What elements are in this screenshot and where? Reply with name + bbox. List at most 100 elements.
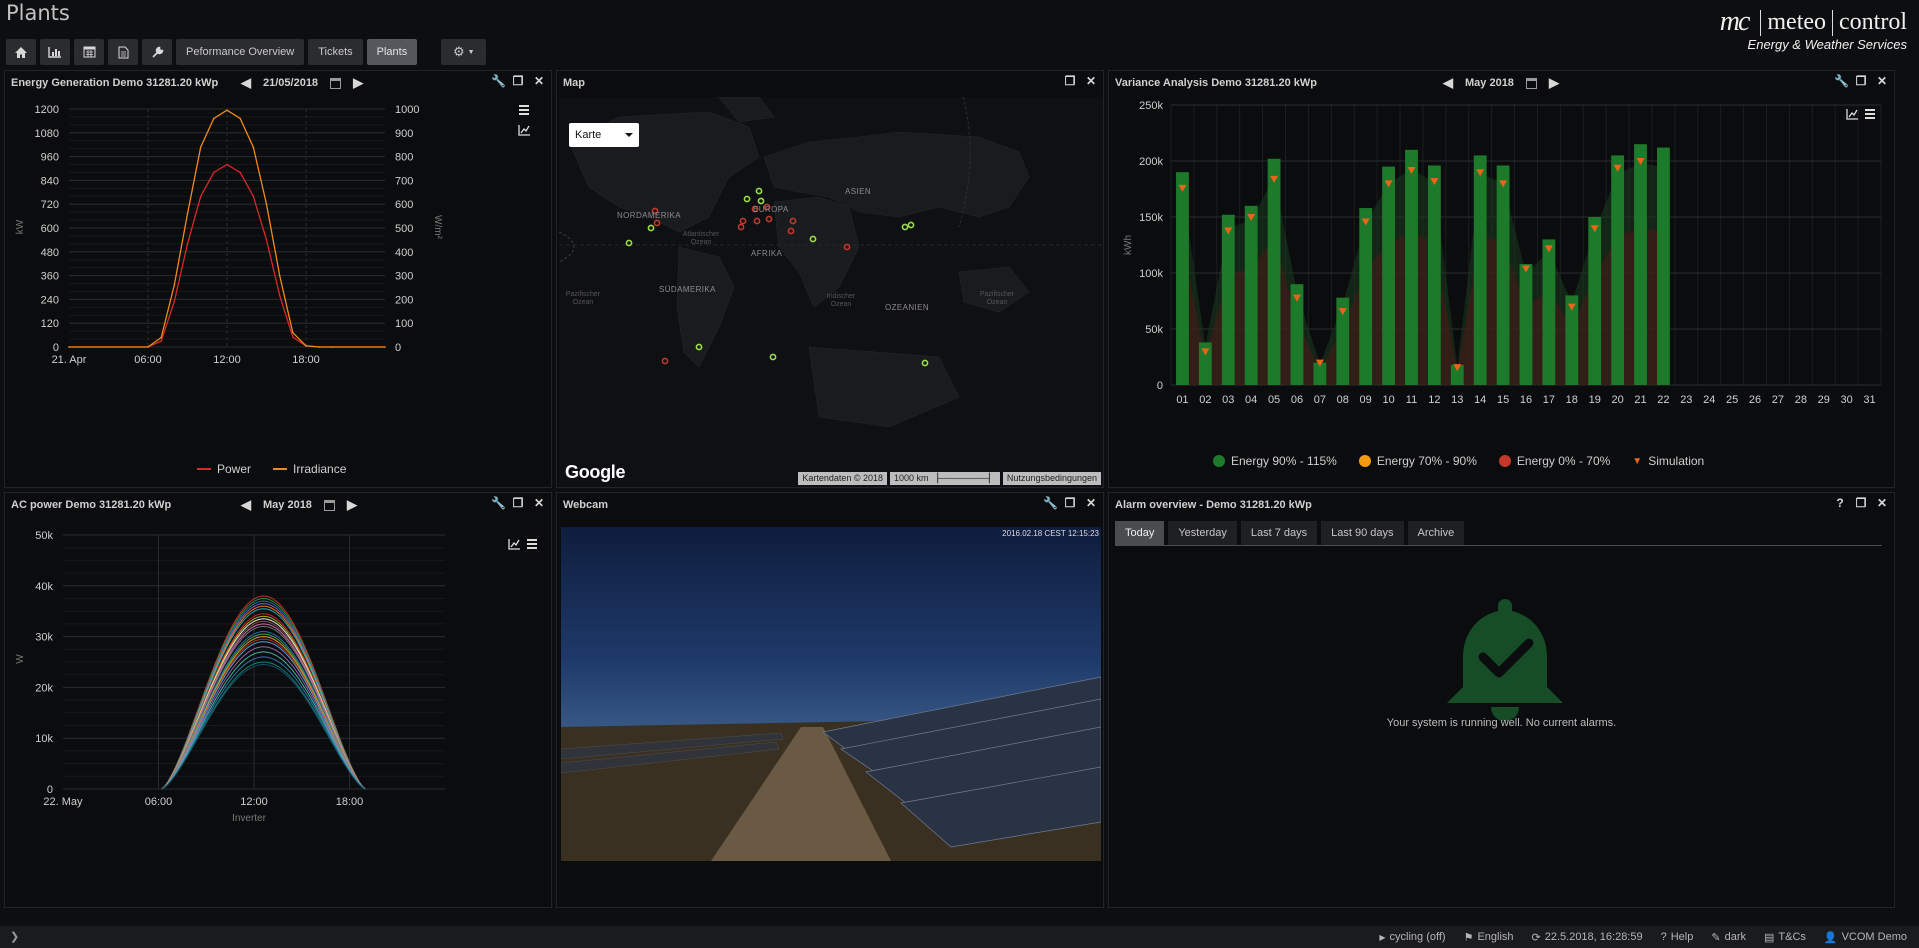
page-title: Plants (6, 1, 70, 25)
help-icon[interactable]: ? (1834, 497, 1846, 509)
wrench-icon[interactable]: 🔧 (491, 75, 506, 87)
expand-arrow-icon[interactable]: ❯ (10, 930, 19, 943)
refresh-timestamp[interactable]: ⟳ 22.5.2018, 16:28:59 (1532, 931, 1643, 944)
user-menu[interactable]: 👤 VCOM Demo (1824, 931, 1907, 944)
x-tick-label: 15 (1497, 394, 1509, 406)
calendar-icon[interactable] (1525, 77, 1537, 89)
plant-marker (647, 224, 655, 232)
tab-tickets[interactable]: Tickets (308, 39, 363, 65)
help-link[interactable]: ? Help (1661, 931, 1694, 943)
y-tick-label: 200k (1139, 156, 1163, 168)
data-point-irradiance (239, 117, 241, 120)
map-footer: Kartendaten © 2018 1000 km ▕────────▏ Nu… (798, 472, 1101, 485)
tab-archive[interactable]: Archive (1407, 521, 1465, 545)
close-icon[interactable]: ✕ (1876, 497, 1888, 509)
tcs-link[interactable]: ▤ T&Cs (1764, 931, 1806, 944)
x-tick-label: 11 (1406, 394, 1417, 406)
wrench-icon[interactable]: 🔧 (1043, 497, 1058, 509)
map-type-select[interactable]: Karte (569, 123, 639, 147)
alarm-overview-panel: Alarm overview - Demo 31281.20 kWp ? ❐ ✕… (1108, 492, 1895, 908)
calendar-icon[interactable] (330, 77, 342, 89)
tab-performance-overview[interactable]: Peformance Overview (176, 39, 305, 65)
settings-dropdown[interactable]: ⚙ ▼ (441, 39, 487, 65)
data-point-power (265, 239, 268, 241)
window-restore-icon[interactable]: ❐ (1064, 497, 1076, 509)
panel-header: Variance Analysis Demo 31281.20 kWp ◀ Ma… (1109, 71, 1894, 95)
y-right-tick-label: 1000 (395, 104, 419, 116)
x-tick-label: 04 (1245, 394, 1257, 406)
close-icon[interactable]: ✕ (533, 75, 545, 87)
window-restore-icon[interactable]: ❐ (1064, 75, 1076, 87)
y-tick-label: 10k (35, 733, 53, 745)
y-left-tick-label: 1200 (35, 104, 59, 116)
wrench-icon[interactable] (142, 39, 172, 65)
legend-energy-0-70[interactable]: Energy 0% - 70% (1498, 454, 1610, 468)
tab-last-90-days[interactable]: Last 90 days (1321, 521, 1404, 545)
x-tick-label: 12:00 (240, 796, 268, 808)
window-restore-icon[interactable]: ❐ (1855, 497, 1867, 509)
tab-yesterday[interactable]: Yesterday (1168, 521, 1237, 545)
webcam-timestamp: 2016.02.18 CEST 12:15:23 (1002, 529, 1099, 538)
energy-bar (1588, 217, 1602, 385)
legend-irradiance[interactable]: Irradiance (273, 462, 346, 476)
bar-chart-icon[interactable] (40, 39, 70, 65)
close-icon[interactable]: ✕ (1876, 75, 1888, 87)
plant-marker (653, 219, 661, 227)
wrench-icon[interactable]: 🔧 (1834, 75, 1849, 87)
alarm-tabs: Today Yesterday Last 7 days Last 90 days… (1115, 521, 1465, 545)
y-right-tick-label: 600 (395, 199, 413, 211)
energy-legend: Power Irradiance (197, 462, 346, 476)
document-icon[interactable] (108, 39, 138, 65)
window-restore-icon[interactable]: ❐ (512, 75, 524, 87)
legend-energy-70-90[interactable]: Energy 70% - 90% (1358, 454, 1477, 468)
data-point-power (252, 195, 255, 198)
data-point-irradiance (292, 331, 294, 334)
close-icon[interactable]: ✕ (1085, 75, 1097, 87)
map-canvas[interactable]: NORDAMERIKA EUROPA ASIEN AFRIKA SÜDAMERI… (559, 97, 1103, 487)
tab-today[interactable]: Today (1115, 521, 1165, 545)
prev-arrow-icon[interactable]: ◀ (1443, 75, 1453, 91)
home-icon[interactable] (6, 39, 36, 65)
wrench-icon[interactable]: 🔧 (491, 497, 506, 509)
close-icon[interactable]: ✕ (533, 497, 545, 509)
chart-type-glyph (518, 125, 530, 136)
x-tick-label: 31 (1863, 394, 1875, 406)
webcam-image[interactable]: 2016.02.18 CEST 12:15:23 (561, 527, 1101, 861)
prev-arrow-icon[interactable]: ◀ (241, 497, 251, 513)
next-arrow-icon[interactable]: ▶ (353, 75, 363, 91)
prev-arrow-icon[interactable]: ◀ (241, 75, 251, 91)
map-attribution[interactable]: Kartendaten © 2018 (798, 472, 888, 485)
x-tick-label: 18 (1566, 394, 1578, 406)
energy-generation-chart: 0 120 240 360 480 600 720 840 960 1080 1200 0 100 200… (15, 104, 530, 366)
legend-energy-90-115[interactable]: Energy 90% - 115% (1213, 454, 1337, 468)
energy-bar (1496, 165, 1510, 385)
data-point-irradiance (305, 345, 307, 347)
energy-bar (1634, 144, 1647, 385)
legend-power[interactable]: Power (197, 462, 251, 476)
plant-marker (765, 215, 773, 223)
tab-last-7-days[interactable]: Last 7 days (1240, 521, 1318, 545)
calendar-icon[interactable] (323, 499, 335, 511)
next-arrow-icon[interactable]: ▶ (347, 497, 357, 513)
theme-toggle[interactable]: ✎ dark (1711, 931, 1746, 944)
calendar-icon[interactable] (74, 39, 104, 65)
data-point-power (186, 243, 189, 245)
bell-check-icon (1447, 599, 1563, 721)
x-tick-label: 24 (1703, 394, 1715, 406)
next-arrow-icon[interactable]: ▶ (1549, 75, 1559, 91)
cycling-toggle[interactable]: ▶ cycling (off) (1379, 931, 1445, 943)
legend-simulation[interactable]: ▼ Simulation (1632, 454, 1704, 468)
inverter-series-line (161, 656, 366, 790)
panel-title: Map (563, 77, 585, 89)
y-tick-label: 50k (1145, 324, 1163, 336)
close-icon[interactable]: ✕ (1085, 497, 1097, 509)
window-restore-icon[interactable]: ❐ (512, 497, 524, 509)
y-right-tick-label: 200 (395, 294, 413, 306)
language-selector[interactable]: ⚑ English (1464, 931, 1514, 944)
y-left-tick-label: 240 (41, 294, 59, 306)
map-terms-link[interactable]: Nutzungsbedingungen (1002, 472, 1101, 485)
menu-bar (527, 539, 537, 541)
x-tick-label: 21. Apr (52, 354, 87, 366)
tab-plants[interactable]: Plants (366, 39, 418, 65)
window-restore-icon[interactable]: ❐ (1855, 75, 1867, 87)
